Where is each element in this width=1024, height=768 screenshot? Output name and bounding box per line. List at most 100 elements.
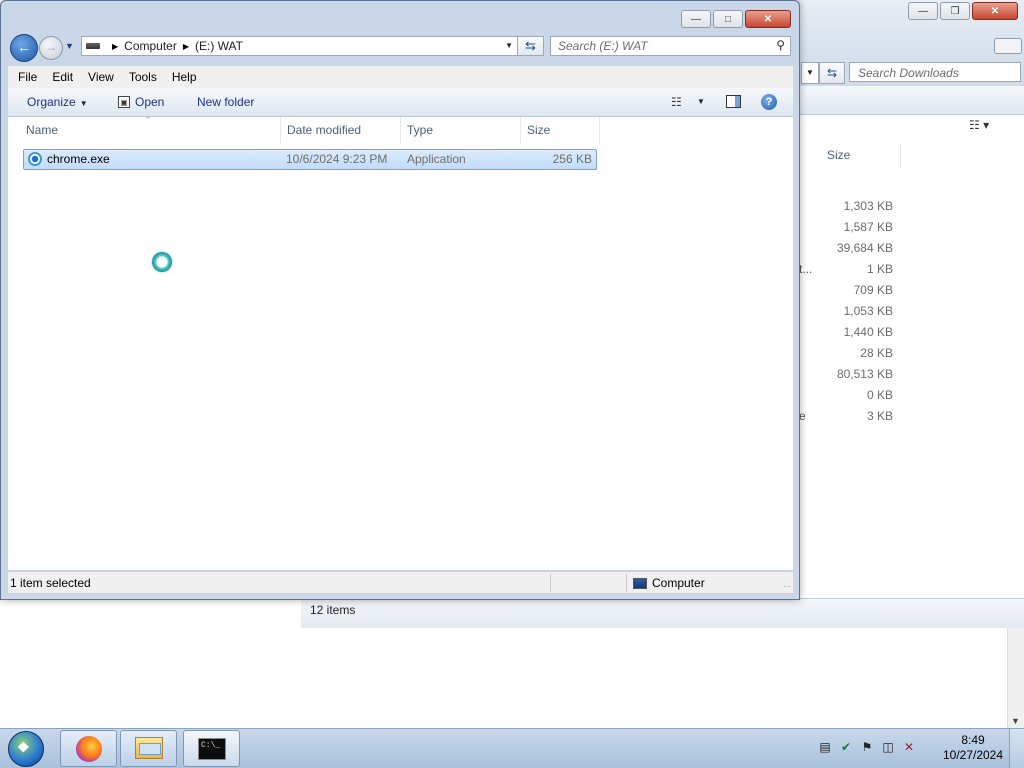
windows-explorer-icon xyxy=(135,737,163,759)
menu-edit[interactable]: Edit xyxy=(47,70,78,84)
downloads-size-cell: 1,053 KB xyxy=(843,304,893,318)
navigation-bar: ← → ▼ ▶ Computer ▶ (E:) WAT ▼ ⇆ Search (… xyxy=(8,33,793,63)
maximize-button[interactable]: □ xyxy=(713,10,743,28)
organize-label: Organize xyxy=(27,95,76,109)
back-button[interactable]: ← xyxy=(10,34,38,62)
close-button[interactable]: ✕ xyxy=(745,10,791,28)
preview-pane-icon[interactable] xyxy=(726,95,741,108)
open-icon: ▣ xyxy=(118,96,130,108)
forward-button[interactable]: → xyxy=(39,36,63,60)
change-view-icon[interactable]: ☷ xyxy=(671,95,682,109)
downloads-restore-button[interactable]: ❐ xyxy=(940,2,970,20)
downloads-minimize-button[interactable]: — xyxy=(908,2,938,20)
command-bar: Organize ▼ ▣ Open New folder ☷ ▼ ? xyxy=(8,88,793,117)
resize-grip-icon[interactable]: ⋯ xyxy=(783,582,791,591)
clock-time: 8:49 xyxy=(961,733,985,747)
column-header-size[interactable]: Size xyxy=(521,117,600,144)
drive-icon xyxy=(86,43,100,49)
menu-tools[interactable]: Tools xyxy=(124,70,162,84)
downloads-views-icon[interactable]: ☷ ▾ xyxy=(969,118,989,132)
menu-help[interactable]: Help xyxy=(167,70,202,84)
status-bar: 1 item selected Computer ⋯ xyxy=(8,571,793,593)
breadcrumb-separator-icon[interactable]: ▶ xyxy=(183,42,189,51)
recent-pages-dropdown-icon[interactable]: ▼ xyxy=(65,41,74,51)
command-prompt-icon: C:\_ xyxy=(198,738,226,760)
downloads-size-cell: 28 KB xyxy=(860,346,893,360)
downloads-size-cell: 0 KB xyxy=(866,388,893,402)
downloads-size-column-header[interactable]: Size xyxy=(821,143,901,167)
breadcrumb-computer[interactable]: Computer xyxy=(124,39,177,53)
help-icon[interactable]: ? xyxy=(761,94,777,110)
action-center-flag-icon[interactable]: ⚑ xyxy=(860,739,874,755)
location-status: Computer xyxy=(633,572,705,594)
volume-muted-icon[interactable]: ✕ xyxy=(902,739,916,755)
file-date-modified: 10/6/2024 9:23 PM xyxy=(286,152,388,166)
taskbar-firefox-button[interactable] xyxy=(60,730,117,767)
busy-cursor-icon xyxy=(152,252,172,272)
downloads-size-cell: 80,513 KB xyxy=(836,367,893,381)
downloads-size-cell: 3 KB xyxy=(866,409,893,423)
file-size: 256 KB xyxy=(552,152,592,166)
column-header-type[interactable]: Type xyxy=(401,117,521,144)
menu-bar: File Edit View Tools Help xyxy=(8,66,793,88)
taskbar: ❖ C:\_ ▤ ✔ ⚑ ◫ ✕ 8:49 10/27/2024 xyxy=(0,728,1024,768)
downloads-close-button[interactable]: ✕ xyxy=(972,2,1018,20)
status-divider xyxy=(550,574,551,592)
minimize-button[interactable]: — xyxy=(681,10,711,28)
open-label: Open xyxy=(135,95,165,109)
start-button[interactable]: ❖ xyxy=(8,731,44,767)
explorer-window: — □ ✕ ← → ▼ ▶ Computer ▶ (E:) WAT ▼ ⇆ Se… xyxy=(0,0,800,600)
column-header-date-modified[interactable]: Date modified xyxy=(281,117,401,144)
downloads-ribbon-minimize-button[interactable] xyxy=(994,38,1022,54)
computer-icon xyxy=(633,577,647,589)
show-desktop-button[interactable] xyxy=(1009,729,1024,768)
file-name: chrome.exe xyxy=(47,152,110,166)
scroll-down-arrow-icon[interactable]: ▼ xyxy=(1011,716,1020,726)
column-header-name[interactable]: Name xyxy=(20,117,281,144)
breadcrumb-separator-icon[interactable]: ▶ xyxy=(112,42,118,51)
downloads-address-dropdown[interactable]: ▼ xyxy=(801,62,819,84)
downloads-size-cell: 1,303 KB xyxy=(843,199,893,213)
selection-status: 1 item selected xyxy=(10,576,91,590)
open-button[interactable]: ▣ Open xyxy=(118,88,164,116)
views-dropdown-icon[interactable]: ▼ xyxy=(697,97,705,106)
search-input[interactable]: Search (E:) WAT ⚲ xyxy=(550,36,791,56)
downloads-size-cell: 709 KB xyxy=(853,283,893,297)
downloads-size-cell: 1 KB xyxy=(866,262,893,276)
search-icon: ⚲ xyxy=(776,38,785,52)
file-row-chrome-exe[interactable]: chrome.exe 10/6/2024 9:23 PM Application… xyxy=(23,149,597,170)
taskbar-cmd-button[interactable]: C:\_ xyxy=(183,730,240,767)
downloads-size-cell: 1,587 KB xyxy=(843,220,893,234)
system-tray: ▤ ✔ ⚑ ◫ ✕ xyxy=(818,739,916,755)
chevron-down-icon: ▼ xyxy=(79,99,88,108)
address-dropdown-icon[interactable]: ▼ xyxy=(505,37,513,55)
downloads-size-cell: 39,684 KB xyxy=(836,241,893,255)
organize-button[interactable]: Organize ▼ xyxy=(27,88,88,116)
breadcrumb-drive[interactable]: (E:) WAT xyxy=(195,39,243,53)
clock[interactable]: 8:49 10/27/2024 xyxy=(940,733,1006,763)
file-list: ⌃ Name Date modified Type Size chrome.ex… xyxy=(8,115,793,570)
menu-file[interactable]: File xyxy=(13,70,42,84)
menu-view[interactable]: View xyxy=(83,70,119,84)
file-type: Application xyxy=(407,152,466,166)
status-divider xyxy=(626,574,627,592)
chrome-icon xyxy=(28,152,42,166)
network-icon[interactable]: ◫ xyxy=(881,739,895,755)
new-folder-button[interactable]: New folder xyxy=(197,88,254,116)
downloads-size-cell: 1,440 KB xyxy=(843,325,893,339)
taskbar-explorer-button[interactable] xyxy=(120,730,177,767)
desktop-scrollbar[interactable]: ▼ xyxy=(1007,628,1024,728)
windows-logo-icon: ❖ xyxy=(17,739,30,755)
window-controls: — □ ✕ xyxy=(681,10,791,28)
security-shield-icon[interactable]: ✔ xyxy=(839,739,853,755)
downloads-status-bar: 12 items xyxy=(301,598,1024,628)
refresh-button[interactable]: ⇆ xyxy=(517,36,544,56)
notes-icon[interactable]: ▤ xyxy=(818,739,832,755)
downloads-size-list: 1,303 KB 1,587 KB 39,684 KB 1 KB 709 KB … xyxy=(801,196,893,427)
address-bar[interactable]: ▶ Computer ▶ (E:) WAT ▼ xyxy=(81,36,518,56)
firefox-icon xyxy=(76,736,102,762)
search-placeholder: Search (E:) WAT xyxy=(558,39,648,53)
location-label: Computer xyxy=(652,576,705,590)
downloads-search-input[interactable]: Search Downloads xyxy=(849,62,1021,82)
downloads-refresh-button[interactable]: ⇆ xyxy=(819,62,845,84)
